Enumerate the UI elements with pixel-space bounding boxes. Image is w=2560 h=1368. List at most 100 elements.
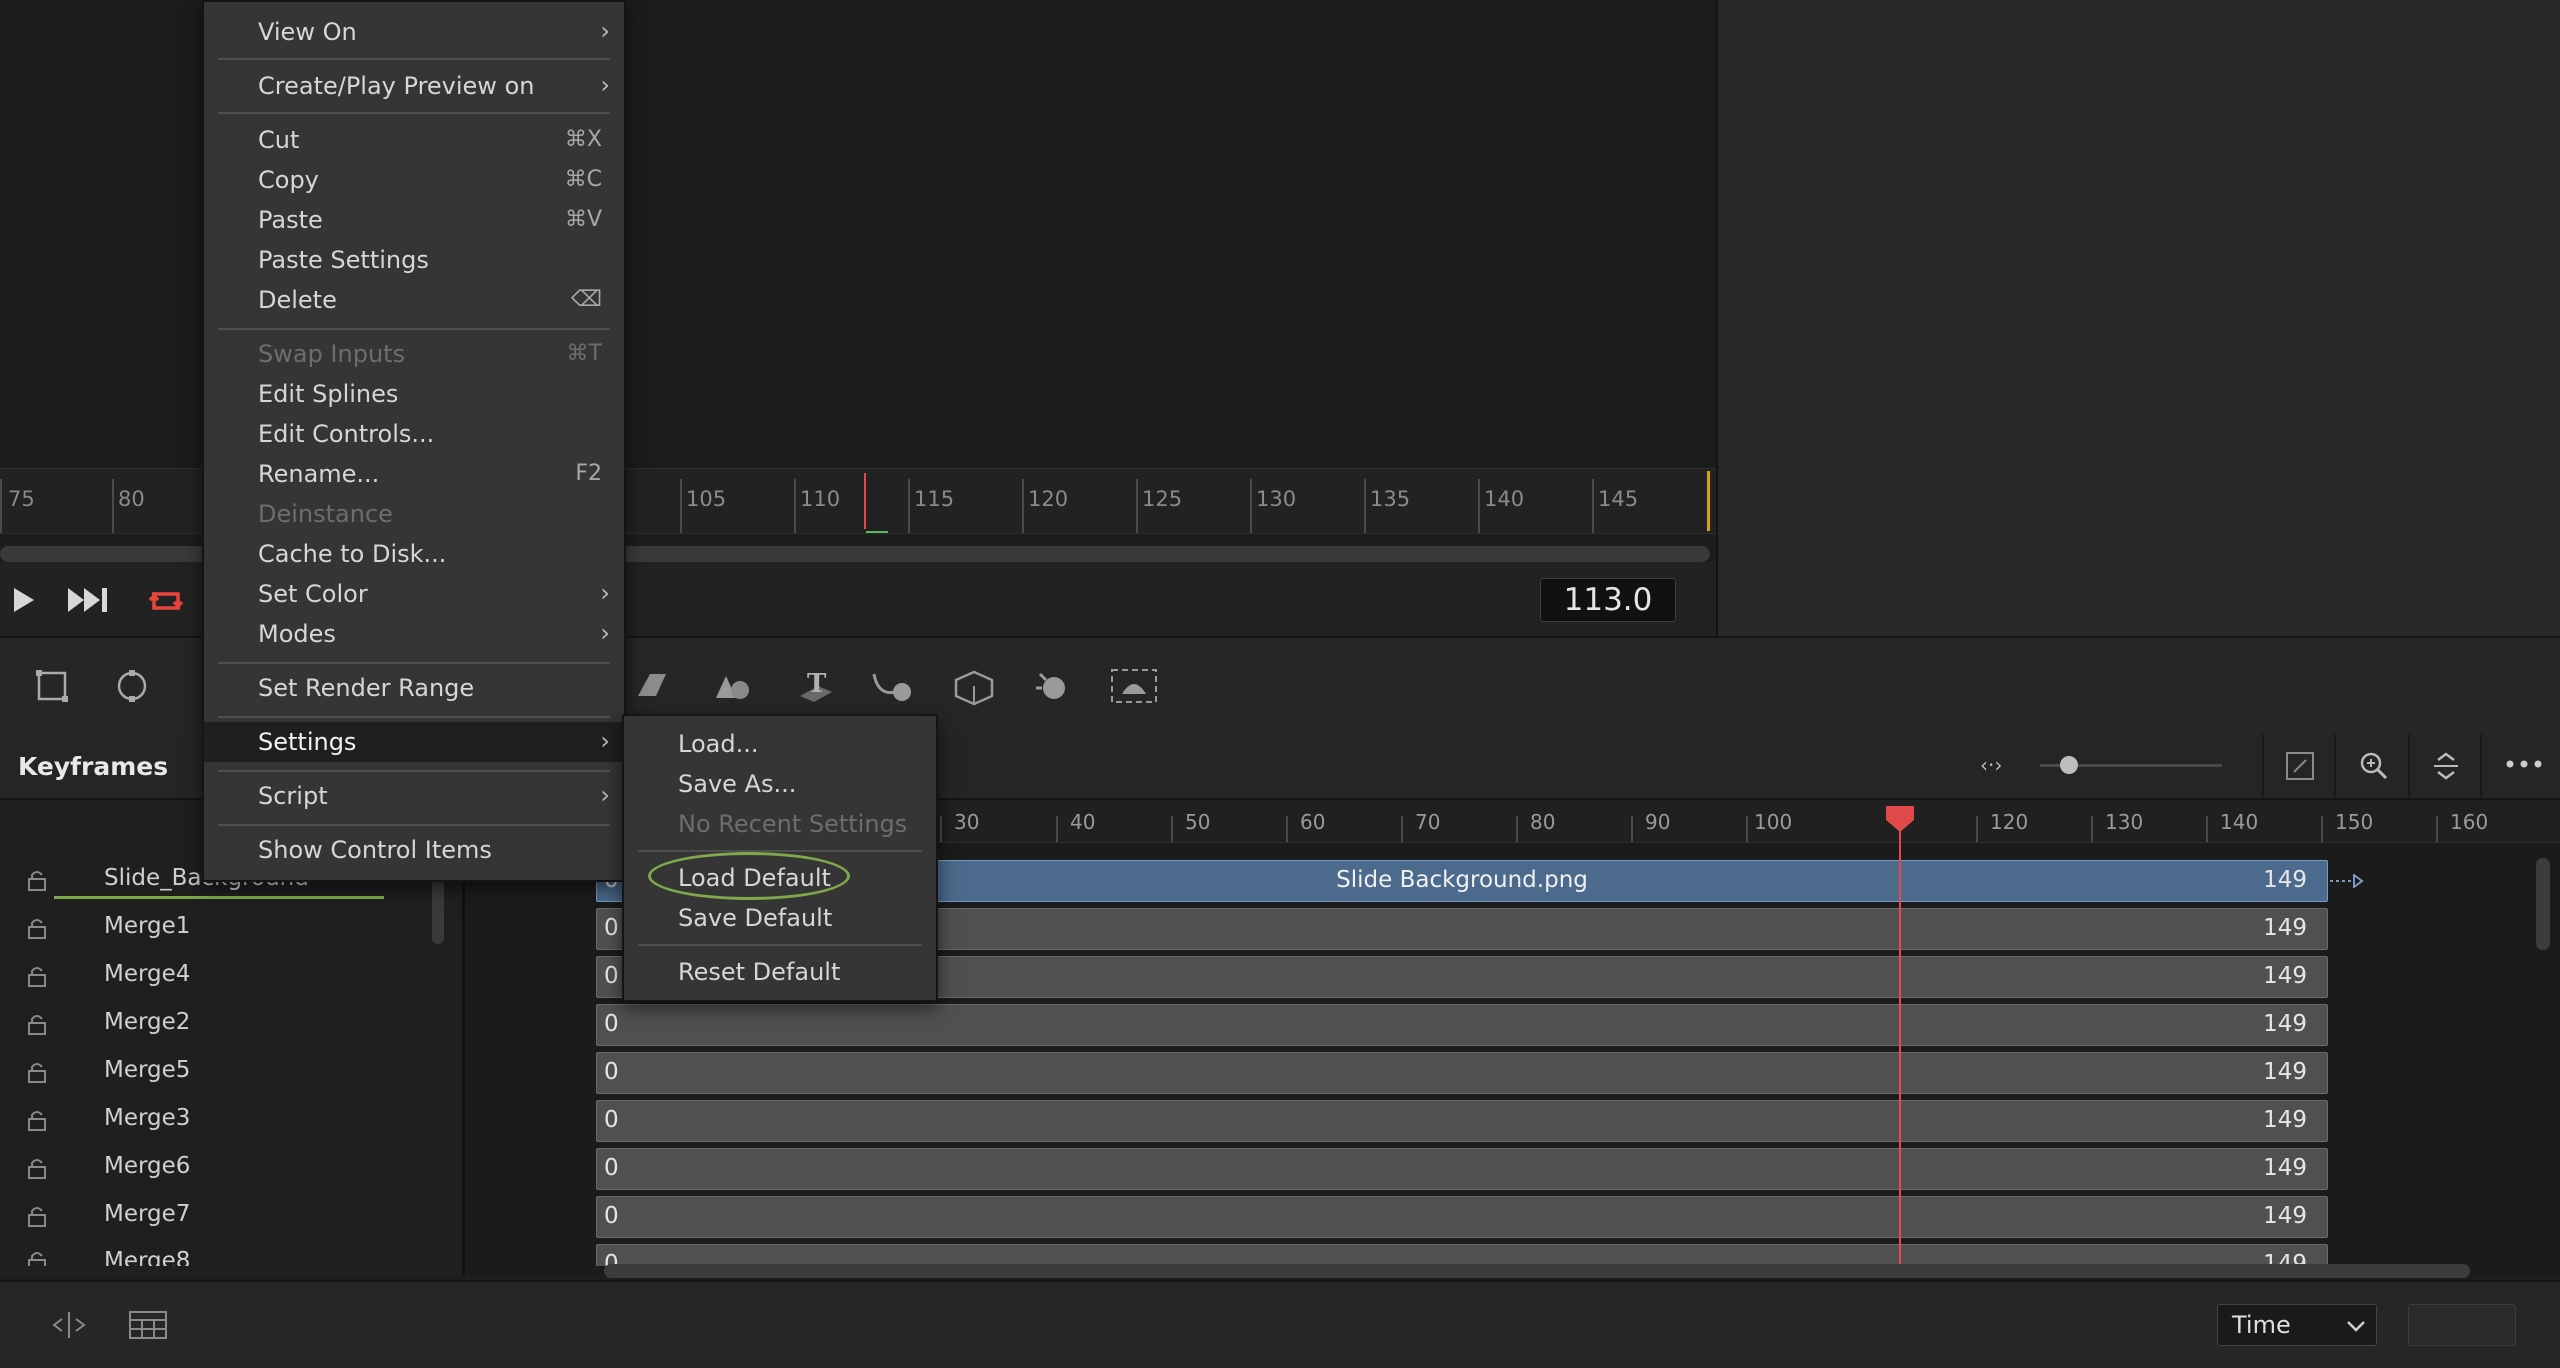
- track-name[interactable]: Merge5: [104, 1057, 190, 1083]
- ruler-tick: [1286, 816, 1288, 842]
- menu-item-show-control-items[interactable]: Show Control Items: [204, 830, 624, 870]
- ruler-label: 135: [1370, 487, 1411, 511]
- text3d-icon[interactable]: T: [788, 658, 844, 714]
- timeline-vertical-scrollbar[interactable]: [2536, 858, 2550, 950]
- menu-item-set-render-range[interactable]: Set Render Range: [204, 668, 624, 708]
- menu-item-no-recent-settings: No Recent Settings: [624, 804, 936, 844]
- zoom-in-icon[interactable]: [2358, 750, 2390, 786]
- menu-item-copy[interactable]: Copy ⌘C: [204, 160, 624, 200]
- ruler-tick: [680, 479, 682, 533]
- menu-item-label: Reset Default: [678, 958, 841, 986]
- viewer-playhead[interactable]: [864, 473, 866, 529]
- spreadsheet-icon[interactable]: [128, 1310, 168, 1344]
- render-end-marker[interactable]: [1707, 471, 1710, 531]
- track-bar[interactable]: 0 149: [596, 1004, 2328, 1046]
- more-options-icon[interactable]: [2504, 756, 2544, 776]
- menu-item-save-default[interactable]: Save Default: [624, 898, 936, 938]
- time-mode-select[interactable]: Time: [2217, 1304, 2377, 1346]
- settings-submenu: Load... Save As... No Recent Settings Lo…: [622, 714, 938, 1002]
- menu-item-view-on[interactable]: View On ›: [204, 12, 624, 52]
- camera3d-icon[interactable]: [946, 658, 1002, 714]
- menu-item-create-play-preview[interactable]: Create/Play Preview on ›: [204, 66, 624, 106]
- menu-item-save-as[interactable]: Save As...: [624, 764, 936, 804]
- menu-item-load[interactable]: Load...: [624, 724, 936, 764]
- value-field[interactable]: [2408, 1304, 2516, 1346]
- bar-end: 149: [2263, 1155, 2307, 1181]
- menu-item-script[interactable]: Script ›: [204, 776, 624, 816]
- lock-icon[interactable]: [26, 965, 48, 987]
- menu-item-cache-to-disk[interactable]: Cache to Disk...: [204, 534, 624, 574]
- track-name[interactable]: Merge7: [104, 1201, 190, 1227]
- shape3d-icon[interactable]: [704, 658, 760, 714]
- lock-icon[interactable]: [26, 1109, 48, 1131]
- bar-start: 0: [604, 1203, 619, 1229]
- bar-start: 0: [604, 915, 619, 941]
- menu-item-label: Cut: [258, 126, 300, 154]
- menu-item-paste[interactable]: Paste ⌘V: [204, 200, 624, 240]
- context-menu: View On › Create/Play Preview on › Cut ⌘…: [202, 0, 626, 882]
- track-name[interactable]: Merge4: [104, 961, 190, 987]
- loop-icon[interactable]: [144, 584, 188, 620]
- timeline-playhead[interactable]: [1899, 808, 1901, 1268]
- track-bar[interactable]: 0 149: [596, 1100, 2328, 1142]
- image-plane-icon[interactable]: [624, 658, 680, 714]
- menu-item-delete[interactable]: Delete ⌫: [204, 280, 624, 320]
- track-bar[interactable]: 0 149: [596, 1244, 2328, 1266]
- ruler-label: 120: [1990, 810, 2029, 834]
- menu-item-label: Load...: [678, 730, 759, 758]
- ruler-tick: [1171, 816, 1173, 842]
- menu-item-edit-splines[interactable]: Edit Splines: [204, 374, 624, 414]
- track-bar[interactable]: 0 149: [596, 1148, 2328, 1190]
- lock-icon[interactable]: [26, 917, 48, 939]
- menu-item-label: Script: [258, 782, 328, 810]
- ruler-label: 130: [1256, 487, 1297, 511]
- track-name[interactable]: Merge1: [104, 913, 190, 939]
- playhead-handle-icon[interactable]: [1884, 804, 1916, 838]
- menu-item-cut[interactable]: Cut ⌘X: [204, 120, 624, 160]
- zoom-to-fit-icon[interactable]: [2284, 750, 2316, 786]
- menu-item-edit-controls[interactable]: Edit Controls...: [204, 414, 624, 454]
- menu-item-settings[interactable]: Settings ›: [204, 722, 624, 762]
- menu-item-label: Rename...: [258, 460, 380, 488]
- menu-item-rename[interactable]: Rename... F2: [204, 454, 624, 494]
- menu-separator: [638, 850, 922, 852]
- track-name[interactable]: Merge3: [104, 1105, 190, 1131]
- zoom-slider-handle[interactable]: [2060, 756, 2078, 774]
- lock-icon[interactable]: [26, 1061, 48, 1083]
- lock-icon[interactable]: [26, 1157, 48, 1179]
- ruler-tick: [1364, 479, 1366, 533]
- lock-icon[interactable]: [26, 869, 48, 891]
- menu-separator: [218, 112, 610, 114]
- menu-item-paste-settings[interactable]: Paste Settings: [204, 240, 624, 280]
- track-bar[interactable]: 0 149: [596, 1196, 2328, 1238]
- lock-icon[interactable]: [26, 1013, 48, 1035]
- ruler-tick: [2436, 816, 2438, 842]
- current-time-display[interactable]: 113.0: [1540, 578, 1676, 622]
- menu-item-reset-default[interactable]: Reset Default: [624, 952, 936, 992]
- svg-text:‹·›: ‹·›: [1980, 753, 2002, 777]
- ruler-tick: [1250, 479, 1252, 533]
- track-name[interactable]: Merge2: [104, 1009, 190, 1035]
- track-name[interactable]: Merge8: [104, 1248, 190, 1266]
- track-name[interactable]: Merge6: [104, 1153, 190, 1179]
- lock-icon[interactable]: [26, 1250, 48, 1266]
- menu-item-set-color[interactable]: Set Color ›: [204, 574, 624, 614]
- skip-to-end-icon[interactable]: [66, 586, 112, 618]
- fit-horizontal-icon[interactable]: ‹·›: [1980, 750, 2016, 780]
- collapse-expand-icon[interactable]: [2430, 750, 2462, 786]
- merge3d-icon[interactable]: [864, 658, 920, 714]
- time-mode-value: Time: [2232, 1311, 2291, 1339]
- menu-item-modes[interactable]: Modes ›: [204, 614, 624, 654]
- spotlight-icon[interactable]: [1026, 658, 1082, 714]
- lock-icon[interactable]: [26, 1205, 48, 1227]
- timeline-horizontal-scrollbar[interactable]: [604, 1264, 2470, 1278]
- menu-item-label: No Recent Settings: [678, 810, 908, 838]
- chevron-right-icon: ›: [600, 579, 610, 607]
- play-icon[interactable]: [12, 586, 36, 618]
- split-view-icon[interactable]: [48, 1310, 90, 1344]
- rectangle-tool-icon[interactable]: [24, 658, 80, 714]
- ellipse-tool-icon[interactable]: [104, 658, 160, 714]
- renderer3d-icon[interactable]: [1106, 658, 1162, 714]
- extend-arrow-icon[interactable]: [2330, 873, 2364, 892]
- track-bar[interactable]: 0 149: [596, 1052, 2328, 1094]
